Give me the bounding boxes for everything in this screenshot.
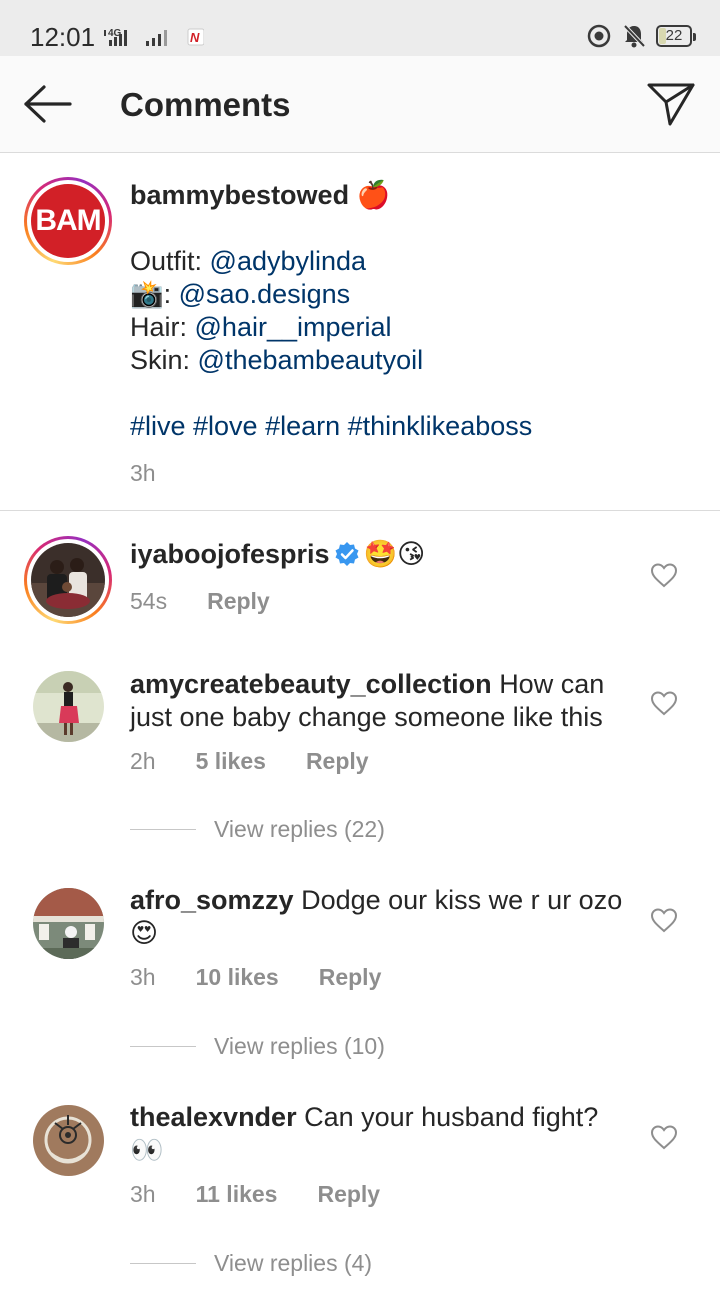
app-header: Comments <box>0 56 720 153</box>
caption-line: Outfit: @adybylinda <box>130 246 367 276</box>
comment-text: iyaboojofespris 🤩😘 <box>130 538 630 571</box>
avatar[interactable] <box>33 1105 104 1176</box>
story-ring[interactable] <box>24 536 112 624</box>
battery-level: 22 <box>665 27 683 44</box>
comment-username[interactable]: iyaboojofespris <box>130 539 330 569</box>
mention-link[interactable]: @sao.designs <box>179 279 351 309</box>
avatar <box>31 543 105 617</box>
comment-time: 2h <box>130 748 156 774</box>
mention-link[interactable]: @thebambeautyoil <box>198 345 424 375</box>
caption-hashtags[interactable]: #live #love #learn #thinklikeaboss <box>130 410 690 443</box>
heart-icon[interactable] <box>650 562 678 588</box>
view-replies-label: View replies (22) <box>214 816 385 842</box>
apple-emoji: 🍎 <box>356 180 391 210</box>
post-caption: BAM bammybestowed 🍎 Outfit: @adybylinda … <box>0 153 720 511</box>
comment-meta: 3h 11 likes Reply <box>130 1181 380 1208</box>
heart-icon[interactable] <box>650 1124 678 1150</box>
reply-button[interactable]: Reply <box>306 748 369 775</box>
svg-text:N: N <box>190 30 200 45</box>
divider-line <box>130 1263 196 1264</box>
heart-icon[interactable] <box>650 907 678 933</box>
caption-line: 📸: @sao.designs <box>130 279 351 309</box>
story-ring[interactable]: BAM <box>24 177 112 265</box>
notifications-off-icon <box>623 24 646 48</box>
comment-text: afro_somzzy Dodge our kiss we r ur ozo 😍 <box>130 884 630 950</box>
caption-username[interactable]: bammybestowed <box>130 180 349 210</box>
caption-time: 3h <box>130 460 156 486</box>
caption-line: Hair: @hair__imperial <box>130 312 392 342</box>
comment-time: 3h <box>130 964 156 990</box>
view-replies-button[interactable]: View replies (4) <box>130 1250 372 1277</box>
divider-line <box>130 829 196 830</box>
comment-time: 54s <box>130 588 168 614</box>
comment-username[interactable]: amycreatebeauty_collection <box>130 669 492 699</box>
data-saver-icon <box>587 24 611 48</box>
signal-icon: 4G N <box>104 28 204 46</box>
avatar[interactable] <box>33 888 104 959</box>
paper-plane-icon[interactable] <box>646 80 696 128</box>
comment-item: afro_somzzy Dodge our kiss we r ur ozo 😍… <box>0 862 720 1079</box>
verified-badge-icon <box>335 542 359 566</box>
avatar: BAM <box>31 184 105 258</box>
view-replies-label: View replies (4) <box>214 1250 373 1276</box>
avatar-logo-text: BAM <box>35 204 101 237</box>
like-count[interactable]: 5 likes <box>196 748 266 775</box>
comment-text: thealexvnder Can your husband fight? 👀 <box>130 1101 630 1167</box>
battery-icon: 22 <box>656 25 696 47</box>
caption-body: bammybestowed 🍎 Outfit: @adybylinda 📸: @… <box>130 179 690 490</box>
view-replies-button[interactable]: View replies (10) <box>130 1033 385 1060</box>
comment-item: iyaboojofespris 🤩😘 54s Reply <box>0 512 720 642</box>
mention-link[interactable]: @hair__imperial <box>195 312 392 342</box>
like-count[interactable]: 10 likes <box>196 964 279 991</box>
comment-username[interactable]: afro_somzzy <box>130 885 294 915</box>
comment-body: 🤩😘 <box>363 539 426 569</box>
page-title: Comments <box>120 86 291 123</box>
mention-link[interactable]: @adybylinda <box>210 246 367 276</box>
comment-item: amycreatebeauty_collection How can just … <box>0 642 720 862</box>
caption-line: Skin: @thebambeautyoil <box>130 345 424 375</box>
comment-meta: 54s Reply <box>130 588 270 615</box>
reply-button[interactable]: Reply <box>207 588 270 615</box>
like-count[interactable]: 11 likes <box>196 1181 278 1208</box>
heart-icon[interactable] <box>650 690 678 716</box>
status-time: 12:01 <box>30 22 96 52</box>
comment-username[interactable]: thealexvnder <box>130 1102 297 1132</box>
view-replies-label: View replies (10) <box>214 1033 385 1059</box>
reply-button[interactable]: Reply <box>319 964 382 991</box>
comment-item: thealexvnder Can your husband fight? 👀 3… <box>0 1079 720 1299</box>
reply-button[interactable]: Reply <box>317 1181 380 1208</box>
view-replies-button[interactable]: View replies (22) <box>130 816 385 843</box>
avatar[interactable] <box>33 671 104 742</box>
comment-meta: 3h 10 likes Reply <box>130 964 381 991</box>
status-right-icons: 22 <box>586 22 696 50</box>
comment-text: amycreatebeauty_collection How can just … <box>130 668 630 734</box>
comment-time: 3h <box>130 1181 156 1207</box>
status-bar: 12:01 4G N 22 <box>0 0 720 56</box>
back-arrow-icon[interactable] <box>22 82 74 126</box>
divider-line <box>130 1046 196 1047</box>
comment-meta: 2h 5 likes Reply <box>130 748 369 775</box>
